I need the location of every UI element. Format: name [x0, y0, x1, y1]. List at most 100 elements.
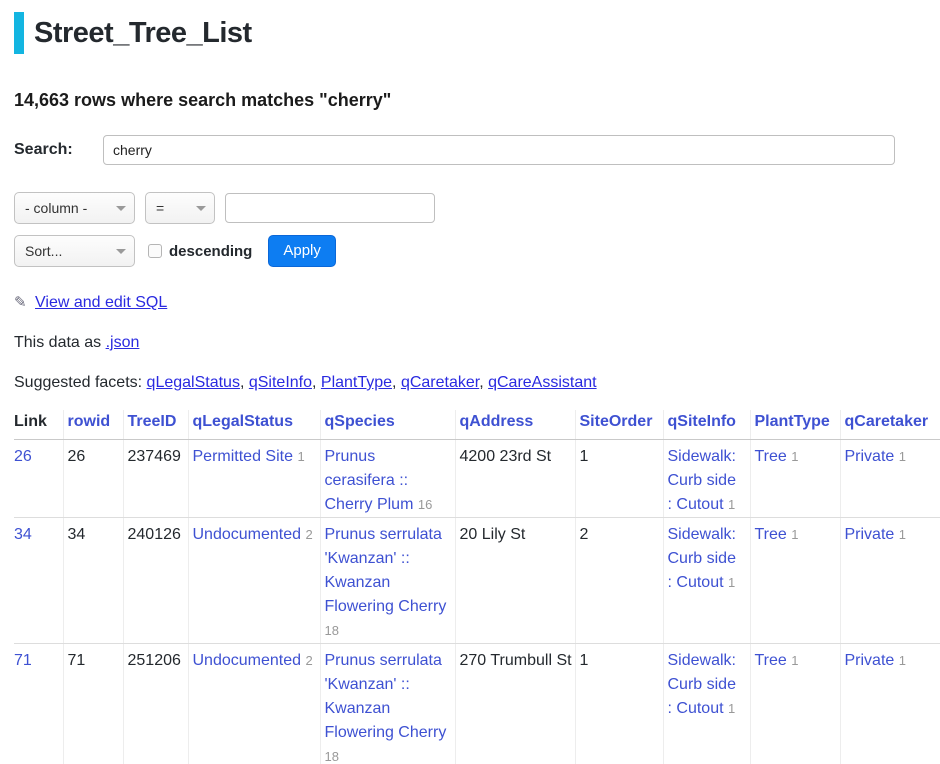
row-link[interactable]: 34 [14, 526, 32, 543]
cell-facet-link[interactable]: Private [845, 652, 895, 669]
json-link[interactable]: .json [106, 334, 140, 351]
descending-label: descending [169, 243, 252, 260]
accent-bar [14, 12, 24, 54]
facet-count: 1 [791, 527, 798, 542]
view-edit-sql-link[interactable]: View and edit SQL [35, 294, 167, 311]
cell-value: 20 Lily St [455, 518, 575, 644]
column-header-link-PlantType[interactable]: PlantType [755, 413, 830, 430]
table-row: 3434240126Undocumented 2Prunus serrulata… [14, 518, 940, 644]
facet-count: 16 [418, 497, 432, 512]
cell-value: 1 [575, 644, 663, 764]
cell-facet-link[interactable]: Sidewalk: Curb side : Cutout [668, 652, 736, 717]
cell-value: 4200 23rd St [455, 440, 575, 518]
facet-link-qCaretaker[interactable]: qCaretaker [401, 374, 479, 391]
cell-facet-link[interactable]: Prunus serrulata 'Kwanzan' :: Kwanzan Fl… [325, 652, 447, 741]
results-table: LinkrowidTreeIDqLegalStatusqSpeciesqAddr… [14, 410, 940, 764]
row-link[interactable]: 26 [14, 448, 32, 465]
column-header-link-qLegalStatus[interactable]: qLegalStatus [193, 413, 293, 430]
column-header-qAddress: qAddress [455, 410, 575, 440]
cell-value: 237469 [123, 440, 188, 518]
facet-count: 1 [728, 701, 735, 716]
cell-facet-link[interactable]: Tree [755, 652, 787, 669]
table-body: 2626237469Permitted Site 1Prunus cerasif… [14, 440, 940, 764]
cell-value: 26 [63, 440, 123, 518]
column-header-link-TreeID[interactable]: TreeID [128, 413, 177, 430]
search-form: Search: [14, 135, 940, 165]
column-header-qCaretaker: qCaretaker [840, 410, 940, 440]
filter-operator-select-wrap: = [145, 192, 215, 224]
facet-count: 1 [297, 449, 304, 464]
facet-cell: Private 1 [840, 440, 940, 518]
row-link-cell: 71 [14, 644, 63, 764]
cell-facet-link[interactable]: Prunus serrulata 'Kwanzan' :: Kwanzan Fl… [325, 526, 447, 615]
cell-facet-link[interactable]: Tree [755, 448, 787, 465]
page: Street_Tree_List 14,663 rows where searc… [0, 0, 940, 764]
column-header-TreeID: TreeID [123, 410, 188, 440]
facet-count: 1 [899, 527, 906, 542]
facet-cell: Undocumented 2 [188, 518, 320, 644]
page-header: Street_Tree_List [14, 12, 940, 54]
facet-cell: Prunus serrulata 'Kwanzan' :: Kwanzan Fl… [320, 644, 455, 764]
facet-cell: Sidewalk: Curb side : Cutout 1 [663, 644, 750, 764]
pencil-icon: ✎ [14, 294, 27, 311]
cell-facet-link[interactable]: Undocumented [193, 526, 302, 543]
facet-count: 1 [791, 449, 798, 464]
search-label: Search: [14, 141, 103, 159]
row-count-summary: 14,663 rows where search matches "cherry… [14, 90, 940, 111]
filter-column-select[interactable]: - column - [14, 192, 135, 224]
cell-value: 34 [63, 518, 123, 644]
facet-link-PlantType[interactable]: PlantType [321, 374, 392, 391]
cell-facet-link[interactable]: Private [845, 448, 895, 465]
facet-count: 1 [899, 653, 906, 668]
column-header-link-rowid[interactable]: rowid [68, 413, 111, 430]
filter-operator-select[interactable]: = [145, 192, 215, 224]
column-header-rowid: rowid [63, 410, 123, 440]
facet-count: 1 [899, 449, 906, 464]
facet-cell: Prunus cerasifera :: Cherry Plum 16 [320, 440, 455, 518]
facet-cell: Sidewalk: Curb side : Cutout 1 [663, 518, 750, 644]
cell-facet-link[interactable]: Sidewalk: Curb side : Cutout [668, 448, 736, 513]
cell-value: 251206 [123, 644, 188, 764]
sort-select[interactable]: Sort... [14, 235, 135, 267]
filter-value-input[interactable] [225, 193, 435, 223]
cell-facet-link[interactable]: Prunus cerasifera :: Cherry Plum [325, 448, 414, 513]
filter-row: - column - = [14, 192, 940, 224]
facet-cell: Tree 1 [750, 644, 840, 764]
row-link-cell: 26 [14, 440, 63, 518]
cell-value: 71 [63, 644, 123, 764]
column-header-link-qAddress[interactable]: qAddress [460, 413, 534, 430]
table-row: 7171251206Undocumented 2Prunus serrulata… [14, 644, 940, 764]
table-row: 2626237469Permitted Site 1Prunus cerasif… [14, 440, 940, 518]
cell-facet-link[interactable]: Permitted Site [193, 448, 293, 465]
sql-line: ✎ View and edit SQL [14, 293, 940, 312]
column-header-link-SiteOrder[interactable]: SiteOrder [580, 413, 653, 430]
facet-link-qLegalStatus[interactable]: qLegalStatus [147, 374, 240, 391]
cell-facet-link[interactable]: Sidewalk: Curb side : Cutout [668, 526, 736, 591]
facet-cell: Prunus serrulata 'Kwanzan' :: Kwanzan Fl… [320, 518, 455, 644]
facet-link-qSiteInfo[interactable]: qSiteInfo [249, 374, 312, 391]
column-header-link-qSiteInfo[interactable]: qSiteInfo [668, 413, 736, 430]
cell-facet-link[interactable]: Private [845, 526, 895, 543]
column-header-link-qSpecies[interactable]: qSpecies [325, 413, 395, 430]
facet-cell: Permitted Site 1 [188, 440, 320, 518]
cell-value: 2 [575, 518, 663, 644]
column-header-qLegalStatus: qLegalStatus [188, 410, 320, 440]
cell-facet-link[interactable]: Tree [755, 526, 787, 543]
column-header-SiteOrder: SiteOrder [575, 410, 663, 440]
facet-count: 1 [791, 653, 798, 668]
apply-button[interactable]: Apply [268, 235, 336, 267]
descending-checkbox[interactable] [148, 244, 162, 258]
column-header-PlantType: PlantType [750, 410, 840, 440]
facet-link-qCareAssistant[interactable]: qCareAssistant [488, 374, 597, 391]
facet-count: 2 [305, 527, 312, 542]
search-input[interactable] [103, 135, 895, 165]
cell-facet-link[interactable]: Undocumented [193, 652, 302, 669]
row-link[interactable]: 71 [14, 652, 32, 669]
cell-value: 1 [575, 440, 663, 518]
column-header-link-qCaretaker[interactable]: qCaretaker [845, 413, 929, 430]
export-prefix: This data as [14, 334, 101, 351]
facet-count: 18 [325, 623, 339, 638]
facet-cell: Private 1 [840, 644, 940, 764]
facet-cell: Sidewalk: Curb side : Cutout 1 [663, 440, 750, 518]
suggested-facets: Suggested facets: qLegalStatus, qSiteInf… [14, 374, 940, 392]
